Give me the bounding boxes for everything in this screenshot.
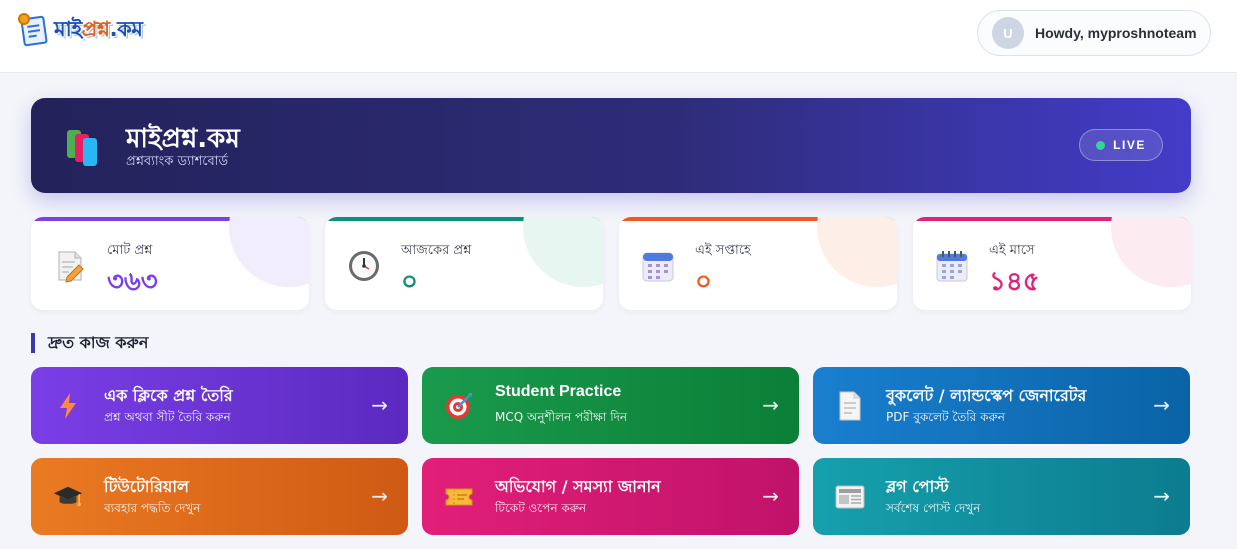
quick-action-title: এক ক্লিকে প্রশ্ন তৈরি (104, 386, 233, 405)
stat-card-today-questions: আজকের প্রশ্ন ০ (325, 217, 603, 310)
quick-action-subtitle: সর্বশেষ পোস্ট দেখুন (886, 501, 981, 515)
arrow-right-icon: → (1153, 393, 1170, 417)
stat-value: ০ (401, 267, 418, 297)
site-logo[interactable]: মাইপ্রশ্ন.কম (18, 10, 143, 50)
document-icon (835, 391, 865, 421)
memo-icon (58, 251, 84, 283)
graduation-cap-icon (53, 482, 83, 512)
quick-action-subtitle: PDF বুকলেট তৈরি করুন (886, 410, 1005, 424)
quick-action-title: টিউটোরিয়াল (104, 477, 189, 496)
stat-value: ১৪৫ (989, 267, 1040, 297)
live-label: LIVE (1113, 138, 1146, 152)
newspaper-icon (835, 482, 865, 512)
quick-actions-heading: দ্রুত কাজ করুন (31, 333, 148, 353)
quick-action-one-click-question[interactable]: এক ক্লিকে প্রশ্ন তৈরি প্রশ্ন অথবা সীট তৈ… (31, 367, 408, 444)
hero-banner: মাইপ্রশ্ন.কম প্রশ্নব্যাংক ড্যাশবোর্ড LIV… (31, 98, 1191, 193)
user-menu-button[interactable]: U Howdy, myproshnoteam (977, 10, 1211, 56)
quick-action-subtitle: MCQ অনুশীলন পরীক্ষা দিন (495, 410, 628, 424)
quick-action-subtitle: ব্যবহার পদ্ধতি দেখুন (104, 501, 201, 515)
arrow-right-icon: → (762, 484, 779, 508)
arrow-right-icon: → (371, 484, 388, 508)
arrow-right-icon: → (762, 393, 779, 417)
stat-card-week-questions: এই সপ্তাহে ০ (619, 217, 897, 310)
quick-action-subtitle: টিকেট ওপেন করুন (495, 501, 587, 515)
quick-action-blog-posts[interactable]: ব্লগ পোস্ট সর্বশেষ পোস্ট দেখুন → (813, 458, 1190, 535)
calendar-icon (642, 252, 674, 282)
logo-text: মাইপ্রশ্ন.কম (54, 16, 143, 41)
quick-action-title: ব্লগ পোস্ট (886, 477, 949, 496)
stat-card-month-questions: এই মাসে ১৪৫ (913, 217, 1191, 310)
quick-action-tutorial[interactable]: টিউটোরিয়াল ব্যবহার পদ্ধতি দেখুন → (31, 458, 408, 535)
arrow-right-icon: → (1153, 484, 1170, 508)
live-badge: LIVE (1079, 129, 1163, 161)
lightning-icon (53, 391, 83, 421)
user-greeting: Howdy, myproshnoteam (1035, 25, 1197, 41)
live-dot-icon (1096, 140, 1106, 150)
spiral-calendar-icon (936, 251, 968, 282)
quick-action-booklet-generator[interactable]: বুকলেট / ল্যান্ডস্কেপ জেনারেটর PDF বুকলে… (813, 367, 1190, 444)
ticket-icon (444, 482, 474, 512)
stat-value: ৩৬৩ (107, 267, 158, 297)
hero-subtitle: প্রশ্নব্যাংক ড্যাশবোর্ড (126, 154, 229, 169)
logo-icon (18, 13, 52, 47)
target-icon (444, 391, 474, 421)
quick-action-title: বুকলেট / ল্যান্ডস্কেপ জেনারেটর (886, 386, 1087, 405)
arrow-right-icon: → (371, 393, 388, 417)
quick-action-subtitle: প্রশ্ন অথবা সীট তৈরি করুন (104, 410, 231, 424)
clock-icon (349, 251, 379, 281)
quick-action-student-practice[interactable]: Student Practice MCQ অনুশীলন পরীক্ষা দিন… (422, 367, 799, 444)
stat-label: আজকের প্রশ্ন (401, 243, 472, 258)
quick-action-title: Student Practice (495, 383, 622, 400)
stat-label: মোট প্রশ্ন (107, 243, 153, 258)
stat-label: এই সপ্তাহে (695, 243, 751, 258)
top-bar: মাইপ্রশ্ন.কম U Howdy, myproshnoteam (0, 0, 1237, 73)
books-icon (65, 128, 107, 166)
quick-action-title: অভিযোগ / সমস্যা জানান (495, 477, 661, 496)
quick-action-complaint[interactable]: অভিযোগ / সমস্যা জানান টিকেট ওপেন করুন → (422, 458, 799, 535)
stat-value: ০ (695, 267, 712, 297)
stat-card-total-questions: মোট প্রশ্ন ৩৬৩ (31, 217, 309, 310)
avatar: U (992, 17, 1024, 49)
stat-label: এই মাসে (989, 243, 1035, 258)
